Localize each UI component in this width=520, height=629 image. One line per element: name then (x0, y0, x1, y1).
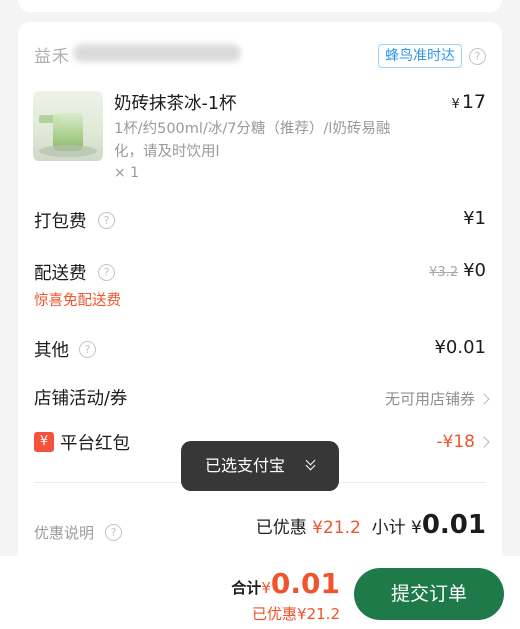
free-delivery-note: 惊喜免配送费 (34, 293, 121, 309)
packaging-fee-label: 打包费 (34, 212, 87, 232)
delivery-fee-label: 配送费 (34, 264, 87, 284)
red-packet-icon: ¥ (34, 432, 54, 452)
packaging-help-icon[interactable]: ? (98, 212, 115, 229)
product-image (33, 91, 103, 161)
total-line: 合计¥0.01 (231, 567, 340, 600)
other-help-icon[interactable]: ? (79, 341, 96, 358)
order-summary: 已优惠 ¥21.2 小计 ¥0.01 (256, 510, 486, 540)
delivery-badge: 蜂鸟准时达 (378, 44, 462, 68)
price-value: 17 (461, 91, 486, 113)
subtotal-label: 小计 (371, 518, 406, 538)
total-label: 合计 (231, 579, 262, 597)
delivery-fee-value: ¥3.2 ¥0 (429, 260, 486, 281)
double-chevron-down-icon (305, 455, 317, 473)
previous-card (18, 0, 502, 12)
product-name: 奶砖抹茶冰-1杯 (114, 94, 237, 114)
subtotal-value: 0.01 (421, 510, 486, 540)
toast-text: 已选支付宝 (205, 456, 286, 475)
packaging-fee-value: ¥1 (463, 208, 486, 229)
other-fee-label: 其他 (34, 341, 69, 361)
price-symbol: ¥ (451, 97, 460, 112)
store-coupon-value: 无可用店铺券 (384, 390, 475, 408)
submit-order-button[interactable]: 提交订单 (354, 568, 504, 620)
platform-redpack-label: 平台红包 (60, 434, 130, 454)
product-quantity: × 1 (114, 165, 140, 181)
platform-redpack-value: -¥18 (436, 432, 475, 452)
delivery-final-price: ¥0 (463, 260, 486, 281)
total-amount: 0.01 (270, 567, 340, 600)
payment-method-toast[interactable]: 已选支付宝 (181, 441, 339, 491)
order-card: 益禾 蜂鸟准时达 ? 奶砖抹茶冰-1杯 1杯/约500ml/冰/7分糖（推荐）/… (18, 22, 502, 582)
store-coupon-selector[interactable]: 无可用店铺券 (384, 388, 490, 409)
promo-explanation-label: 优惠说明 (34, 524, 95, 542)
delivery-help-icon[interactable]: ? (98, 264, 115, 281)
discount-label: 已优惠 (255, 518, 307, 538)
delivery-original-price: ¥3.2 (429, 265, 459, 280)
discount-value: ¥21.2 (312, 518, 361, 538)
total-symbol: ¥ (261, 579, 271, 597)
promo-help-icon[interactable]: ? (105, 524, 122, 541)
help-icon[interactable]: ? (469, 48, 486, 65)
other-fee-value: ¥0.01 (434, 337, 486, 358)
product-price: ¥17 (452, 91, 486, 113)
store-name-blurred (73, 44, 241, 62)
subtotal-symbol: ¥ (411, 518, 422, 538)
product-spec: 1杯/约500ml/冰/7分糖（推荐）/l奶砖易融化，请及时饮用l (114, 121, 391, 160)
chevron-right-icon (478, 436, 490, 448)
chevron-right-icon (478, 393, 490, 405)
saved-amount: 已优惠¥21.2 (252, 605, 340, 623)
store-coupon-label: 店铺活动/券 (34, 389, 128, 409)
store-name: 益禾 (34, 47, 70, 67)
platform-redpack-selector[interactable]: -¥18 (436, 432, 490, 452)
bottom-checkout-bar: 合计¥0.01 已优惠¥21.2 提交订单 (0, 556, 520, 629)
